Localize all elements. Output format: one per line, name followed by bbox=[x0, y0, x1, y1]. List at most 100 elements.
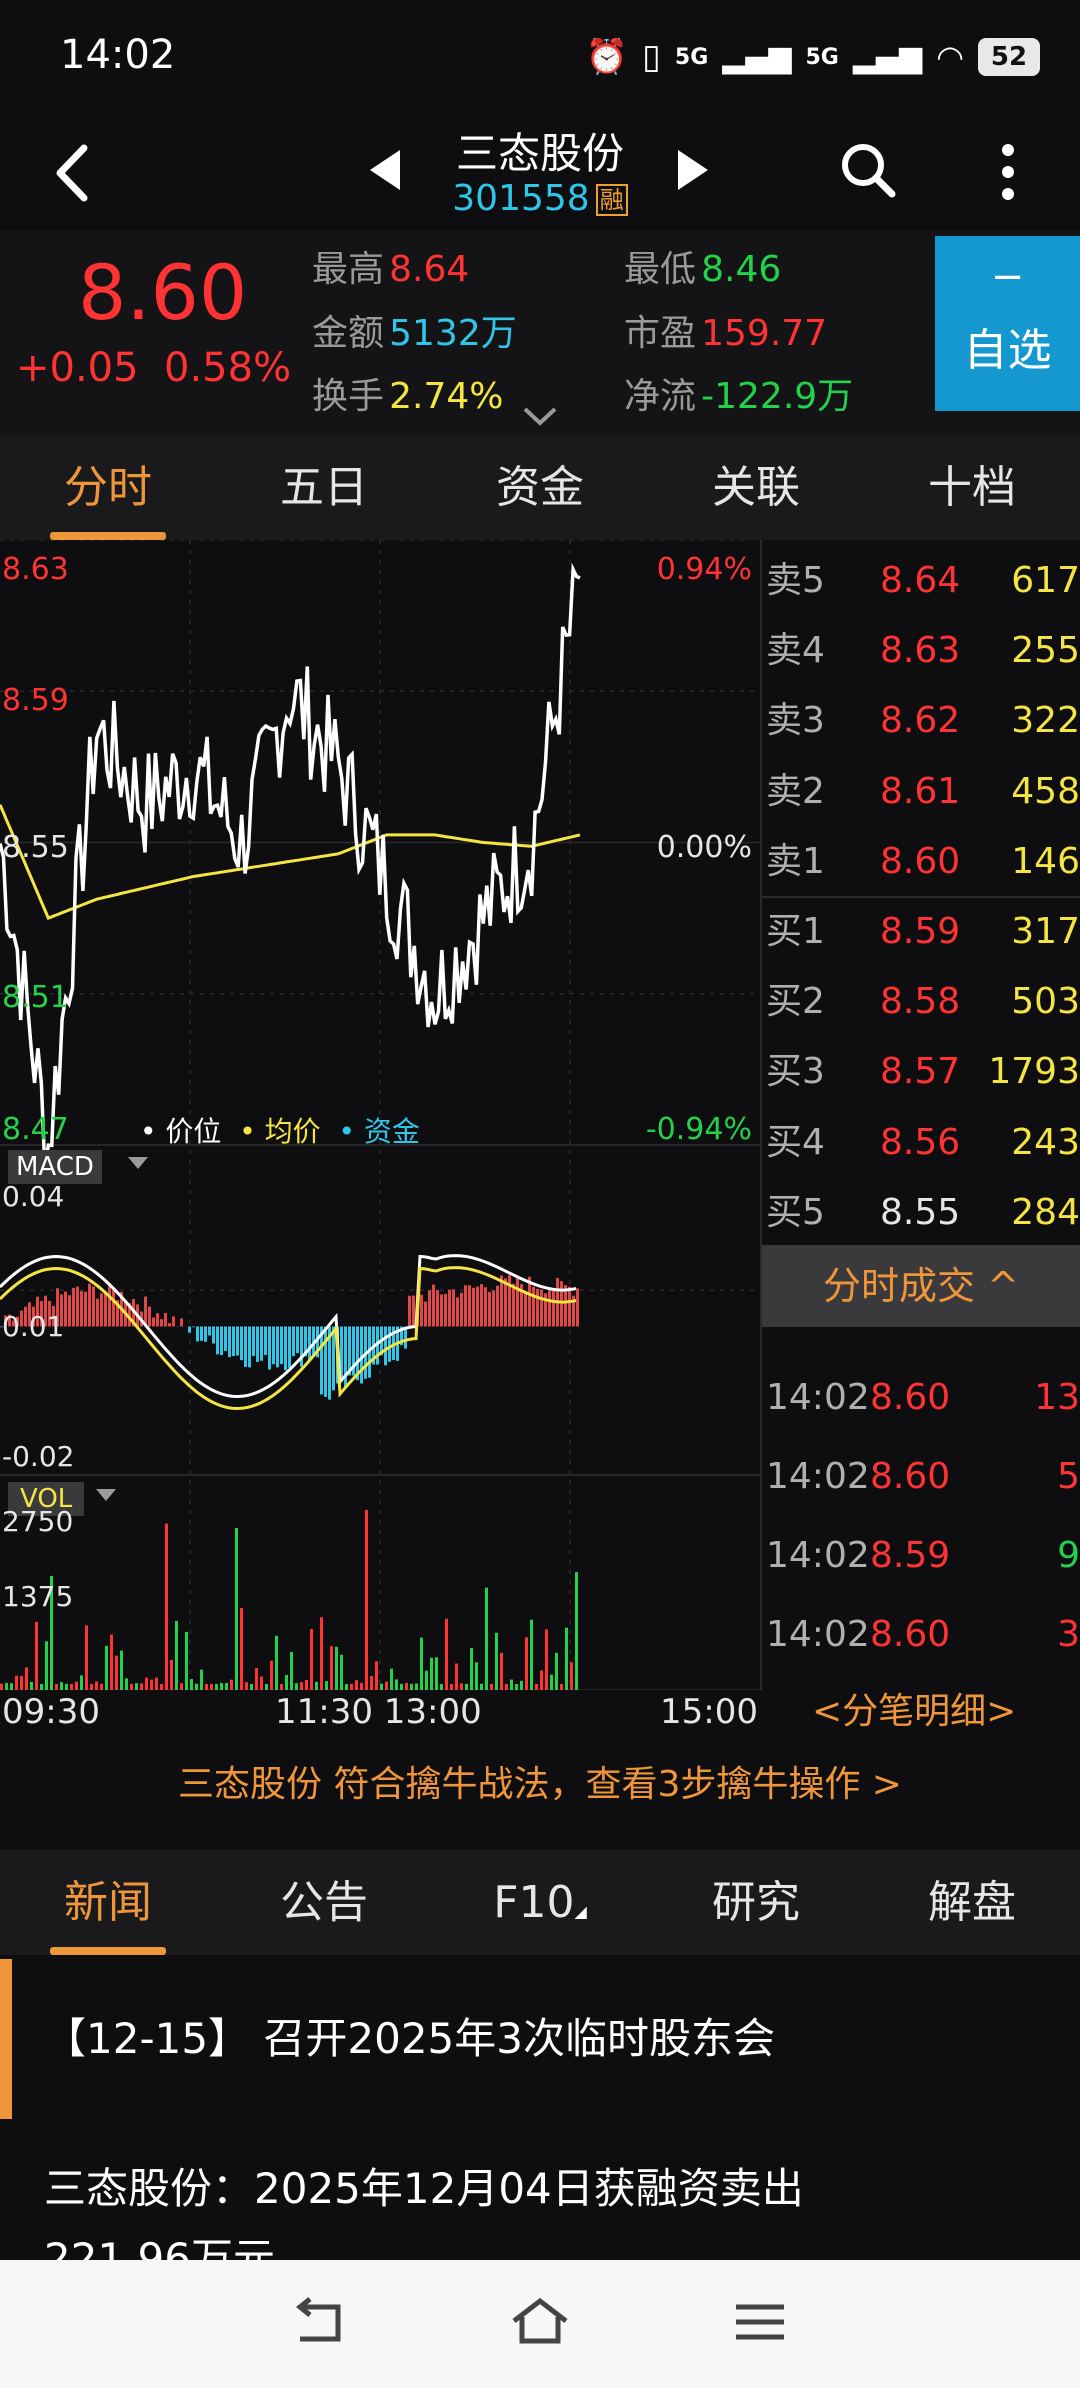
volume-bar bbox=[395, 1679, 398, 1690]
amount-label: 金额 bbox=[312, 313, 385, 354]
battery-icon: 52 bbox=[978, 38, 1040, 76]
pe-label: 市盈 bbox=[624, 313, 697, 354]
vol-dropdown-icon[interactable] bbox=[96, 1488, 116, 1507]
volume-bar bbox=[300, 1682, 303, 1690]
tab-ten-level[interactable]: 十档 bbox=[864, 435, 1080, 540]
margin-badge: 融 bbox=[595, 184, 628, 216]
macd-bar bbox=[160, 1319, 163, 1327]
tab-intraday[interactable]: 分时 bbox=[0, 435, 216, 540]
volume-bar bbox=[5, 1682, 8, 1690]
macd-bar bbox=[260, 1326, 263, 1361]
macd-bar bbox=[472, 1287, 475, 1327]
volume-bar bbox=[150, 1679, 153, 1690]
sell-level-3[interactable]: 卖3 8.62 322 bbox=[762, 686, 1080, 756]
buy-level-1[interactable]: 买1 8.59 317 bbox=[762, 897, 1080, 967]
turnover-stat: 换手 2.74% bbox=[312, 367, 503, 419]
trade-detail-link[interactable]: <分笔明细> bbox=[812, 1682, 1016, 1734]
volume-bar bbox=[220, 1682, 223, 1690]
high-stat: 最高 8.64 bbox=[312, 240, 469, 292]
macd-bar bbox=[388, 1326, 391, 1362]
volume-bar bbox=[500, 1652, 503, 1690]
volume-bar bbox=[490, 1683, 493, 1690]
menu-nav-button[interactable] bbox=[730, 2297, 790, 2351]
y-label-2: 8.59 bbox=[2, 683, 69, 718]
next-stock-button[interactable] bbox=[676, 148, 710, 196]
macd-bar bbox=[496, 1285, 499, 1327]
volume-bar bbox=[555, 1652, 558, 1690]
tab-funds[interactable]: 资金 bbox=[432, 435, 648, 540]
volume-bar bbox=[115, 1655, 118, 1690]
sell-level-4[interactable]: 卖4 8.63 255 bbox=[762, 616, 1080, 686]
tab-news[interactable]: 新闻 bbox=[0, 1850, 216, 1955]
volume-bar bbox=[445, 1618, 448, 1690]
chevron-down-icon bbox=[523, 407, 557, 426]
tab-research[interactable]: 研究 bbox=[648, 1850, 864, 1955]
volume-bar bbox=[285, 1674, 288, 1690]
volume-bar bbox=[75, 1681, 78, 1690]
volume-bar bbox=[415, 1683, 418, 1690]
sell-level-5[interactable]: 卖5 8.64 617 bbox=[762, 546, 1080, 616]
minus-icon: − bbox=[990, 254, 1025, 300]
tab-f10[interactable]: F10◢ bbox=[432, 1850, 648, 1955]
macd-bar bbox=[280, 1326, 283, 1365]
expand-quote-button[interactable] bbox=[522, 405, 558, 431]
f10-label: F10 bbox=[493, 1877, 575, 1928]
more-button[interactable] bbox=[996, 142, 1020, 206]
buy-level-3[interactable]: 买3 8.57 1793 bbox=[762, 1037, 1080, 1107]
macd-bar bbox=[248, 1326, 251, 1368]
macd-selector[interactable]: MACD bbox=[8, 1150, 102, 1184]
macd-bar bbox=[456, 1297, 459, 1327]
buy-level-4[interactable]: 买4 8.56 243 bbox=[762, 1108, 1080, 1178]
intraday-chart[interactable]: 8.63 8.59 8.55 8.51 8.47 0.94% 0.00% -0.… bbox=[0, 540, 760, 1732]
pct-label-mid: 0.00% bbox=[656, 830, 752, 865]
level-price: 8.60 bbox=[880, 840, 961, 882]
news-title: 三态股份：2025年12月04日获融资卖出 bbox=[44, 2164, 804, 2213]
search-button[interactable] bbox=[838, 140, 898, 204]
macd-bar bbox=[180, 1318, 183, 1327]
macd-bar bbox=[516, 1276, 519, 1327]
level-volume: 146 bbox=[1011, 840, 1080, 882]
trades-toggle-button[interactable]: 分时成交 ^ bbox=[762, 1245, 1080, 1327]
macd-bar bbox=[84, 1291, 87, 1327]
trade-volume: 13 bbox=[1034, 1377, 1080, 1418]
tab-related[interactable]: 关联 bbox=[648, 435, 864, 540]
y-label-4: 8.51 bbox=[2, 980, 69, 1015]
level-label: 卖3 bbox=[766, 700, 825, 742]
macd-bar bbox=[332, 1326, 335, 1391]
volume-bar bbox=[350, 1683, 353, 1690]
home-nav-button[interactable] bbox=[510, 2297, 570, 2351]
volume-bar bbox=[430, 1657, 433, 1690]
volume-bar bbox=[505, 1683, 508, 1690]
level-volume: 458 bbox=[1011, 770, 1080, 812]
volume-bar bbox=[175, 1620, 178, 1690]
volume-bar bbox=[520, 1680, 523, 1690]
tab-analysis[interactable]: 解盘 bbox=[864, 1850, 1080, 1955]
sell-level-2[interactable]: 卖2 8.61 458 bbox=[762, 757, 1080, 827]
volume-bar bbox=[235, 1527, 238, 1690]
buy-level-5[interactable]: 买5 8.55 284 bbox=[762, 1178, 1080, 1248]
volume-bar bbox=[325, 1681, 328, 1690]
macd-bar bbox=[576, 1288, 579, 1327]
buy-level-2[interactable]: 买2 8.58 503 bbox=[762, 967, 1080, 1037]
news-item[interactable]: 三态股份：2025年12月04日获融资卖出 221.96万元 bbox=[0, 2155, 1080, 2260]
y-label-bottom: 8.47 bbox=[2, 1112, 69, 1147]
volume-bar bbox=[110, 1634, 113, 1690]
news-item[interactable]: 【12-15】 召开2025年3次临时股东会 bbox=[0, 1955, 1080, 2120]
tab-five-day[interactable]: 五日 bbox=[216, 435, 432, 540]
volume-bar bbox=[210, 1683, 213, 1690]
sell-level-1[interactable]: 卖1 8.60 146 bbox=[762, 827, 1080, 897]
volume-bar bbox=[530, 1619, 533, 1690]
macd-dropdown-icon[interactable] bbox=[128, 1156, 148, 1175]
add-watchlist-button[interactable]: − 自选 bbox=[935, 236, 1080, 411]
tab-announcement[interactable]: 公告 bbox=[216, 1850, 432, 1955]
volume-bar bbox=[485, 1587, 488, 1690]
macd-bar bbox=[424, 1301, 427, 1327]
macd-bar bbox=[532, 1286, 535, 1327]
back-nav-button[interactable] bbox=[290, 2297, 350, 2351]
news-tabs: 新闻 公告 F10◢ 研究 解盘 bbox=[0, 1850, 1080, 1955]
level-price: 8.59 bbox=[880, 911, 961, 952]
change-pct: 0.58% bbox=[164, 345, 292, 391]
promo-banner[interactable]: 三态股份 符合擒牛战法，查看3步擒牛操作 > bbox=[0, 1755, 1080, 1807]
trade-time: 14:02 bbox=[766, 1456, 870, 1497]
macd-bar bbox=[464, 1285, 467, 1327]
